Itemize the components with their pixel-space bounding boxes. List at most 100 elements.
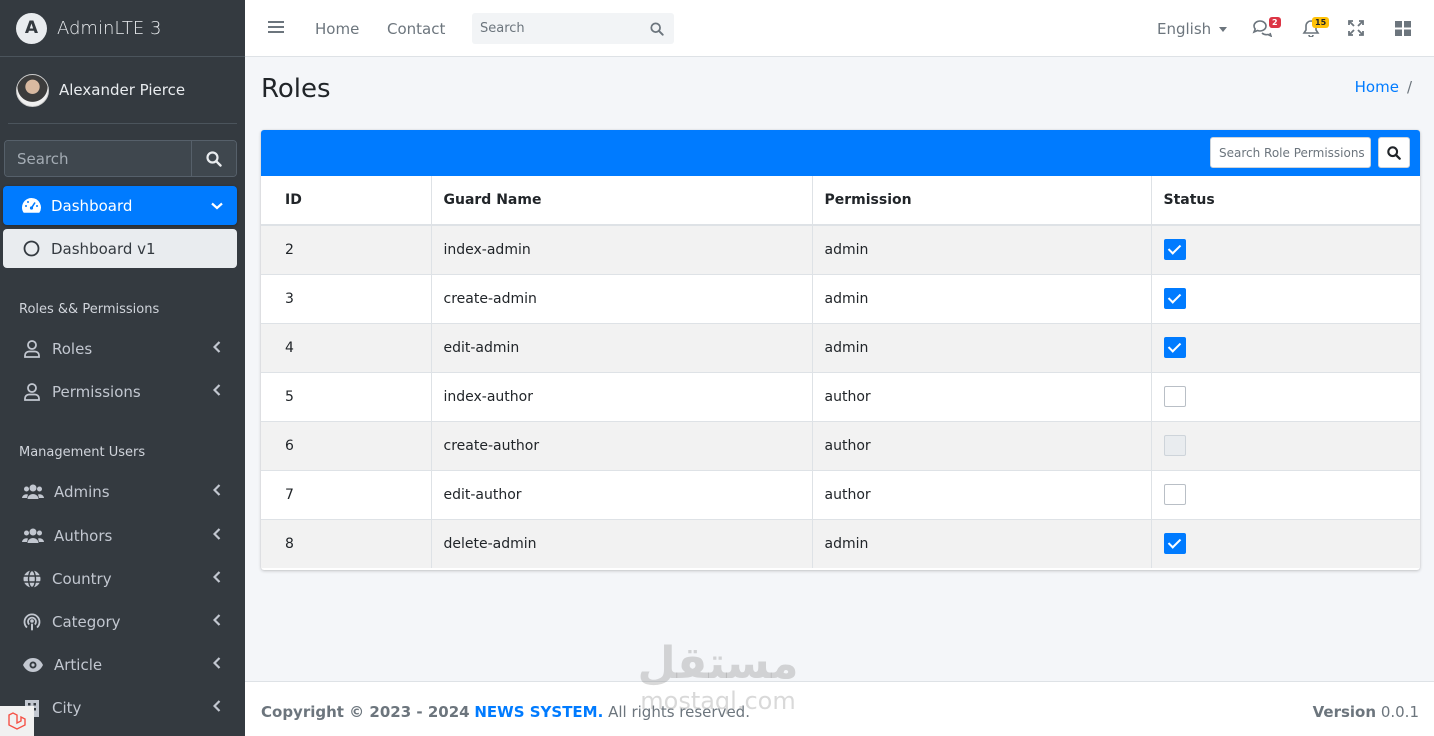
sidebar-item-category[interactable]: Category — [0, 602, 245, 642]
table-cell-id: 5 — [261, 371, 432, 421]
version-number: 0.0.1 — [1380, 703, 1419, 721]
navbar-search-input[interactable] — [472, 13, 640, 44]
brand-logo-icon: A — [16, 12, 47, 44]
chevron-down-icon — [211, 202, 223, 209]
table-row: 7 edit-author author — [261, 469, 1420, 519]
sidebar-item-permissions[interactable]: Permissions — [0, 372, 245, 412]
nav-header-management-users: Management Users — [19, 445, 146, 460]
table-cell-permission: author — [812, 420, 1152, 470]
user-icon — [24, 383, 40, 401]
sidebar-search-button[interactable] — [191, 141, 236, 176]
table-cell-status — [1151, 420, 1420, 470]
table-row: 2 index-admin admin — [261, 224, 1420, 274]
sidebar-search — [4, 140, 237, 177]
language-label: English — [1157, 20, 1212, 38]
sidebar-item-dashboard[interactable]: Dashboard — [3, 186, 237, 225]
brand-link[interactable]: A AdminLTE 3 — [0, 0, 245, 57]
laravel-logo — [0, 706, 34, 736]
chevron-left-icon — [213, 341, 221, 353]
table-cell-status — [1151, 518, 1420, 568]
users-icon — [22, 528, 44, 543]
sidebar-item-city[interactable]: City — [0, 688, 245, 728]
messages-button[interactable]: 2 — [1252, 17, 1281, 41]
sidebar-item-authors[interactable]: Authors — [0, 516, 245, 556]
rights-text: All rights reserved. — [608, 703, 750, 721]
status-checkbox[interactable] — [1163, 288, 1186, 309]
table-cell-id: 8 — [261, 518, 432, 568]
sidebar-item-article[interactable]: Article — [0, 645, 245, 685]
table-cell-guard: index-author — [431, 371, 813, 421]
table-cell-permission: admin — [812, 224, 1152, 274]
table-cell-permission: admin — [812, 273, 1152, 323]
main-footer: Copyright © 2023 - 2024 NEWS SYSTEM. All… — [245, 681, 1434, 736]
navbar-search-button[interactable] — [640, 13, 674, 44]
sidebar-item-label: Category — [52, 613, 121, 631]
table-row: 5 index-author author — [261, 371, 1420, 421]
breadcrumb-home-link[interactable]: Home — [1355, 78, 1399, 96]
nav-link-contact[interactable]: Contact — [387, 20, 445, 38]
chevron-left-icon — [213, 657, 221, 669]
menu-icon[interactable] — [268, 20, 284, 34]
sidebar-item-roles[interactable]: Roles — [0, 329, 245, 369]
table-cell-status — [1151, 469, 1420, 519]
podcast-icon — [23, 613, 41, 631]
navbar-search — [472, 13, 674, 44]
main-sidebar: A AdminLTE 3 Alexander Pierce Dashboard … — [0, 0, 245, 736]
table-cell-guard: create-admin — [431, 273, 813, 323]
sidebar-item-label: City — [52, 699, 82, 717]
circle-icon — [23, 240, 40, 257]
sidebar-item-label: Permissions — [52, 383, 141, 401]
expand-arrows-icon — [1348, 20, 1364, 36]
site-link[interactable]: NEWS SYSTEM. — [474, 703, 603, 721]
user-name[interactable]: Alexander Pierce — [59, 81, 185, 99]
roles-card: ID Guard Name Permission Status 2index-a… — [261, 130, 1420, 570]
nav-header-roles-permissions: Roles && Permissions — [19, 302, 160, 317]
table-row: 4 edit-admin admin — [261, 322, 1420, 372]
nav-link-home[interactable]: Home — [315, 20, 359, 38]
laravel-icon — [8, 712, 26, 730]
table-header-row: ID Guard Name Permission Status — [261, 176, 1420, 226]
sidebar-item-label: Dashboard v1 — [51, 239, 156, 258]
role-permissions-search-button[interactable] — [1378, 137, 1410, 168]
sidebar-item-label: Authors — [54, 527, 113, 545]
chevron-left-icon — [213, 484, 221, 496]
language-dropdown[interactable]: English — [1157, 20, 1228, 38]
fullscreen-button[interactable] — [1348, 20, 1364, 40]
chevron-left-icon — [213, 384, 221, 396]
control-sidebar-button[interactable] — [1395, 21, 1411, 40]
notifications-badge: 15 — [1312, 17, 1330, 28]
table-cell-guard: edit-author — [431, 469, 813, 519]
table-cell-permission: author — [812, 469, 1152, 519]
sidebar-item-admins[interactable]: Admins — [0, 472, 245, 512]
table-cell-id: 3 — [261, 273, 432, 323]
table-cell-permission: author — [812, 371, 1152, 421]
version-label: Version — [1312, 703, 1377, 721]
chevron-left-icon — [213, 700, 221, 712]
messages-badge: 2 — [1269, 17, 1281, 28]
sidebar-item-country[interactable]: Country — [0, 559, 245, 599]
table-cell-permission: admin — [812, 322, 1152, 372]
table-cell-guard: edit-admin — [431, 322, 813, 372]
column-header-id: ID — [261, 176, 432, 226]
role-permissions-search-input[interactable] — [1210, 137, 1371, 168]
table-cell-status — [1151, 371, 1420, 421]
table-cell-permission: admin — [812, 518, 1152, 568]
table-cell-guard: index-admin — [431, 224, 813, 274]
sidebar-item-dashboard-v1[interactable]: Dashboard v1 — [3, 229, 237, 268]
status-checkbox[interactable] — [1163, 533, 1186, 555]
table-body: 2 index-admin admin 3 create-admin admin 4 edit… — [261, 224, 1420, 568]
status-checkbox[interactable] — [1163, 484, 1186, 505]
sidebar-search-input[interactable] — [5, 141, 191, 176]
table-cell-guard: create-author — [431, 420, 813, 470]
column-header-permission: Permission — [812, 176, 1152, 226]
status-checkbox — [1163, 435, 1186, 456]
status-checkbox[interactable] — [1163, 386, 1186, 407]
notifications-button[interactable]: 15 — [1302, 17, 1330, 41]
th-large-icon — [1395, 21, 1411, 36]
user-panel[interactable]: Alexander Pierce — [8, 57, 237, 124]
status-checkbox[interactable] — [1163, 239, 1186, 261]
sidebar-item-label: Article — [54, 656, 103, 674]
search-icon — [650, 21, 664, 36]
status-checkbox[interactable] — [1163, 337, 1186, 358]
page-title: Roles — [261, 74, 331, 104]
